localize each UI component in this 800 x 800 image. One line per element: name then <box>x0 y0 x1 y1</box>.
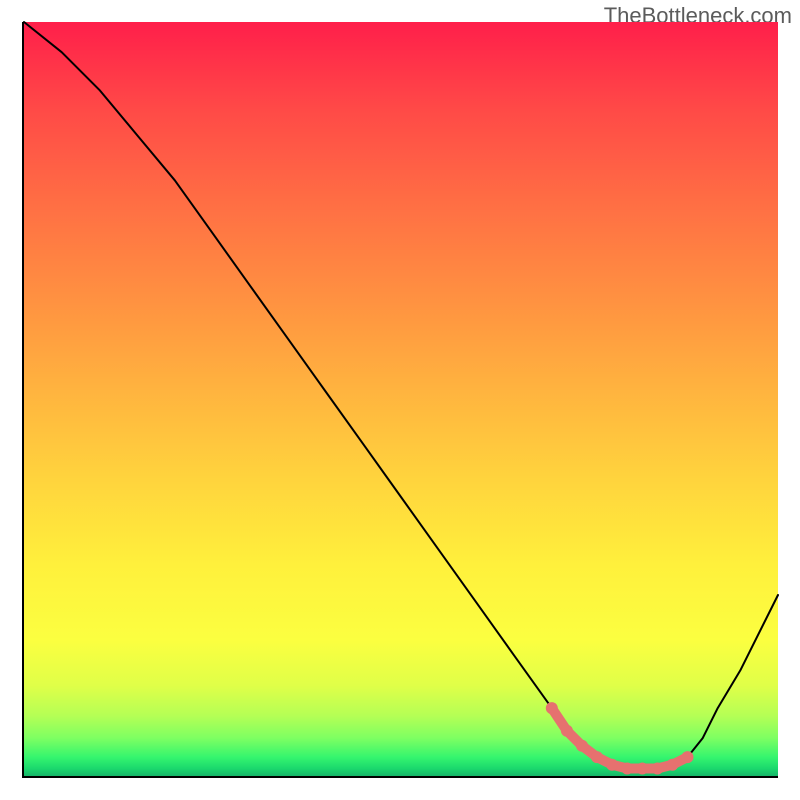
optimal-marker <box>606 759 618 771</box>
optimal-marker <box>636 763 648 775</box>
optimal-marker <box>591 751 603 763</box>
optimal-marker <box>682 751 694 763</box>
chart-overlay <box>24 22 778 776</box>
optimal-marker <box>561 725 573 737</box>
chart-plot-area <box>22 22 778 778</box>
optimal-marker <box>621 763 633 775</box>
optimal-marker <box>576 740 588 752</box>
optimal-marker <box>666 759 678 771</box>
bottleneck-curve-line <box>24 22 778 769</box>
optimal-marker <box>546 702 558 714</box>
optimal-range-highlight <box>552 708 688 768</box>
optimal-marker <box>651 763 663 775</box>
